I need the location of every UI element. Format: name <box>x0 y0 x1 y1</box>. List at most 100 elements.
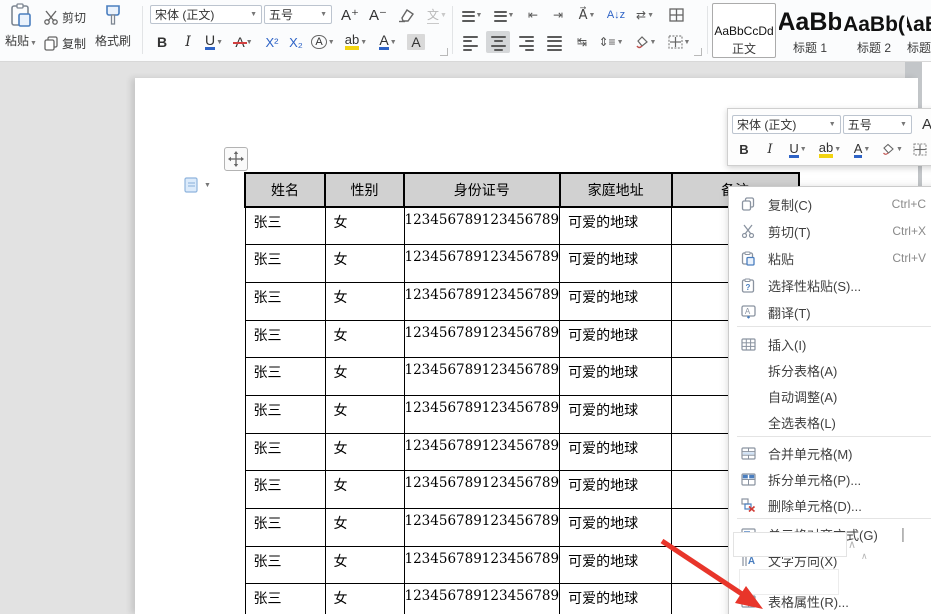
clear-format-button[interactable] <box>394 4 418 26</box>
mini-italic-button[interactable]: I <box>758 139 782 160</box>
cell-address[interactable]: 可爱的地球 <box>560 207 672 245</box>
mini-increase-font-button[interactable]: A <box>922 116 931 133</box>
distribute-button[interactable]: ↹ <box>570 31 594 53</box>
cell-address[interactable]: 可爱的地球 <box>560 546 672 584</box>
style-item-normal[interactable]: AaBbCcDd 正文 <box>712 3 776 58</box>
superscript-button[interactable]: X² <box>260 31 284 53</box>
menu-item-autofit[interactable]: 自动调整(A) <box>730 383 931 409</box>
mini-font-color-button[interactable]: A▼ <box>848 139 876 160</box>
line-spacing-button[interactable]: ⇕≡▼ <box>596 31 626 53</box>
cell-gender[interactable]: 女 <box>325 471 404 509</box>
cell-name[interactable]: 张三 <box>245 546 325 584</box>
cell-address[interactable]: 可爱的地球 <box>560 433 672 471</box>
italic-button[interactable]: I <box>176 31 200 53</box>
cell-id[interactable]: 123456789123456789 <box>404 282 560 320</box>
cell-gender[interactable]: 女 <box>325 245 404 283</box>
cell-name[interactable]: 张三 <box>245 358 325 396</box>
table-move-handle[interactable] <box>224 147 248 171</box>
shading-button[interactable]: ▼ <box>630 31 660 53</box>
cell-gender[interactable]: 女 <box>325 584 404 614</box>
cut-button[interactable]: 剪切 <box>40 7 89 28</box>
cell-gender[interactable]: 女 <box>325 546 404 584</box>
justify-button[interactable] <box>542 31 566 53</box>
cell-id[interactable]: 123456789123456789 <box>404 546 560 584</box>
header-cell[interactable]: 性别 <box>325 173 404 207</box>
menu-item-paste[interactable]: 粘贴 Ctrl+V <box>730 245 931 271</box>
cell-name[interactable]: 张三 <box>245 471 325 509</box>
cell-address[interactable]: 可爱的地球 <box>560 509 672 547</box>
highlight-color-button[interactable]: ab▼ <box>340 31 372 53</box>
underline-button[interactable]: U▼ <box>200 31 228 53</box>
paste-options-button[interactable]: ▼ <box>183 176 211 194</box>
cell-gender[interactable]: 女 <box>325 207 404 245</box>
decrease-font-button[interactable]: A⁻ <box>366 4 390 26</box>
dialog-launcher[interactable] <box>694 48 702 56</box>
bullet-list-button[interactable]: ▼ <box>458 4 486 26</box>
cell-address[interactable]: 可爱的地球 <box>560 282 672 320</box>
mini-underline-button[interactable]: U▼ <box>784 139 812 160</box>
cell-id[interactable]: 123456789123456789 <box>404 471 560 509</box>
cell-id[interactable]: 123456789123456789 <box>404 207 560 245</box>
cell-address[interactable]: 可爱的地球 <box>560 395 672 433</box>
cell-id[interactable]: 123456789123456789 <box>404 509 560 547</box>
cell-id[interactable]: 123456789123456789 <box>404 433 560 471</box>
cell-id[interactable]: 123456789123456789 <box>404 584 560 614</box>
cell-name[interactable]: 张三 <box>245 245 325 283</box>
mini-font-size-combobox[interactable]: 五号▼ <box>843 115 912 134</box>
mini-shading-button[interactable]: ▼ <box>878 139 906 160</box>
cell-gender[interactable]: 女 <box>325 320 404 358</box>
cell-address[interactable]: 可爱的地球 <box>560 358 672 396</box>
style-item-heading3[interactable]: AaB 标题 3 <box>907 3 931 58</box>
font-size-combobox[interactable]: 五号▼ <box>264 5 332 24</box>
cell-id[interactable]: 123456789123456789 <box>404 245 560 283</box>
cell-name[interactable]: 张三 <box>245 584 325 614</box>
paragraph-layout-button[interactable]: ⇄▼ <box>630 4 660 26</box>
style-item-heading1[interactable]: AaBb 标题 1 <box>779 3 841 58</box>
pinyin-guide-button[interactable]: 文▼ <box>422 4 452 26</box>
columns-button[interactable] <box>664 4 688 26</box>
sort-button[interactable]: A↓z <box>604 4 628 26</box>
cell-name[interactable]: 张三 <box>245 395 325 433</box>
menu-item-merge-cells[interactable]: 合并单元格(M) <box>730 440 931 466</box>
cell-name[interactable]: 张三 <box>245 433 325 471</box>
style-item-heading2[interactable]: AaBb( 标题 2 <box>843 3 905 58</box>
cell-id[interactable]: 123456789123456789 <box>404 358 560 396</box>
text-tools-button[interactable]: A⃗▼ <box>572 4 602 26</box>
paste-button[interactable]: 粘贴▼ <box>4 3 38 49</box>
increase-font-button[interactable]: A⁺ <box>338 4 362 26</box>
menu-item-delete-cells[interactable]: 删除单元格(D)... <box>730 492 931 518</box>
cell-gender[interactable]: 女 <box>325 395 404 433</box>
header-cell[interactable]: 身份证号 <box>404 173 560 207</box>
align-center-button[interactable] <box>486 31 510 53</box>
menu-item-split-table[interactable]: 拆分表格(A) <box>730 357 931 383</box>
numbered-list-button[interactable]: ▼ <box>490 4 518 26</box>
cell-gender[interactable]: 女 <box>325 509 404 547</box>
cell-name[interactable]: 张三 <box>245 320 325 358</box>
header-cell[interactable]: 姓名 <box>245 173 325 207</box>
menu-item-paste-special[interactable]: ? 选择性粘贴(S)... <box>730 272 931 298</box>
decrease-indent-button[interactable]: ⇤ <box>521 4 545 26</box>
font-color-button[interactable]: A▼ <box>374 31 402 53</box>
font-name-combobox[interactable]: 宋体 (正文)▼ <box>150 5 262 24</box>
dialog-launcher[interactable] <box>440 48 448 56</box>
mini-font-name-combobox[interactable]: 宋体 (正文)▼ <box>732 115 841 134</box>
increase-indent-button[interactable]: ⇥ <box>546 4 570 26</box>
header-cell[interactable]: 家庭地址 <box>560 173 672 207</box>
mini-highlight-button[interactable]: ab▼ <box>814 139 846 160</box>
char-shading-button[interactable]: A <box>404 31 428 53</box>
mini-borders-button[interactable] <box>908 139 931 160</box>
align-left-button[interactable] <box>458 31 482 53</box>
menu-item-translate[interactable]: A 翻译(T) <box>730 299 931 325</box>
cell-gender[interactable]: 女 <box>325 433 404 471</box>
bold-button[interactable]: B <box>150 31 174 53</box>
align-right-button[interactable] <box>514 31 538 53</box>
cell-name[interactable]: 张三 <box>245 207 325 245</box>
cell-address[interactable]: 可爱的地球 <box>560 584 672 614</box>
subscript-button[interactable]: X₂ <box>284 31 308 53</box>
menu-item-split-cells[interactable]: 拆分单元格(P)... <box>730 466 931 492</box>
cell-id[interactable]: 123456789123456789 <box>404 395 560 433</box>
cell-name[interactable]: 张三 <box>245 282 325 320</box>
cell-address[interactable]: 可爱的地球 <box>560 245 672 283</box>
cell-address[interactable]: 可爱的地球 <box>560 471 672 509</box>
text-effects-button[interactable]: A▼ <box>308 31 338 53</box>
